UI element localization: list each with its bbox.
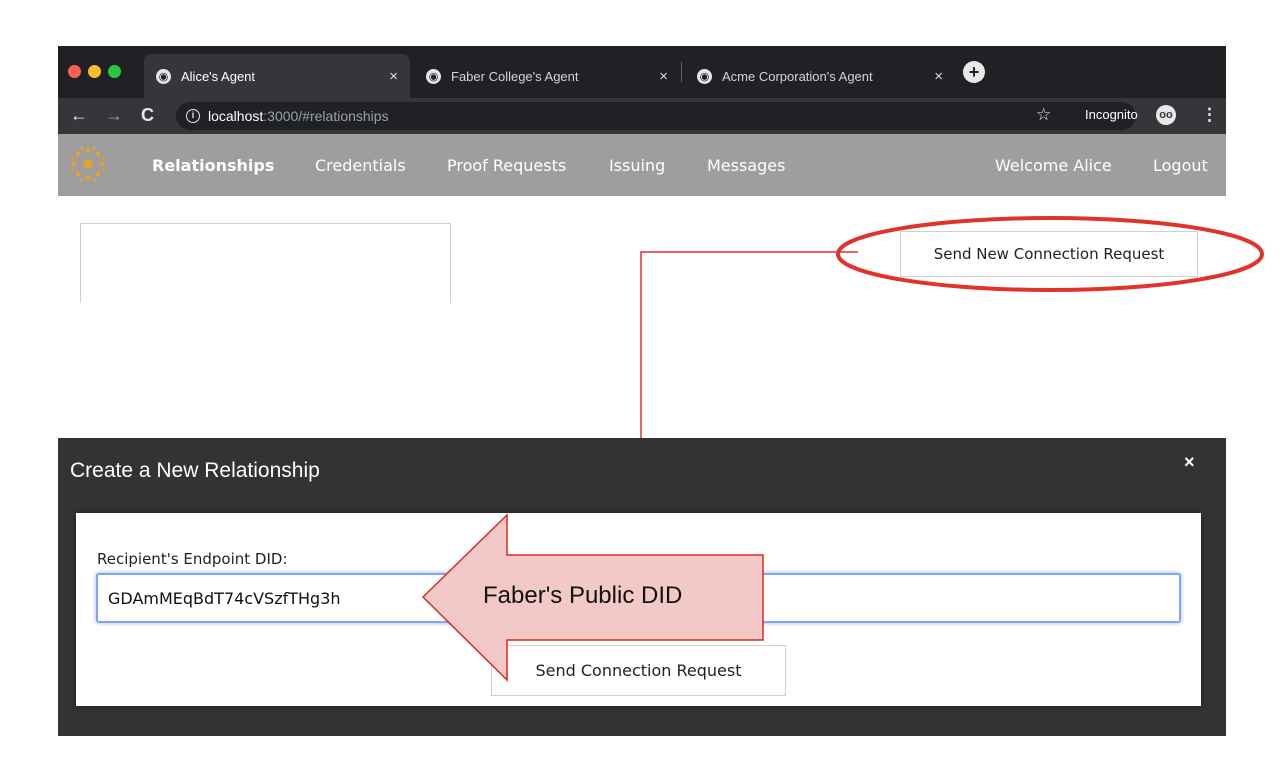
logout-link[interactable]: Logout xyxy=(1153,156,1208,175)
tab-title: Alice's Agent xyxy=(181,68,256,84)
nav-messages[interactable]: Messages xyxy=(707,156,785,175)
sun-logo-icon[interactable] xyxy=(68,144,108,184)
tab-faber-college-agent[interactable]: ◉ Faber College's Agent × xyxy=(414,54,680,98)
incognito-icon: oo xyxy=(1156,105,1176,125)
back-arrow-icon[interactable]: ← xyxy=(70,105,88,126)
tab-title: Faber College's Agent xyxy=(451,68,579,84)
tab-acme-corporation-agent[interactable]: ◉ Acme Corporation's Agent × xyxy=(685,54,955,98)
close-window-button[interactable] xyxy=(68,65,81,78)
tab-title: Acme Corporation's Agent xyxy=(722,68,873,84)
globe-icon: ◉ xyxy=(426,68,441,84)
address-bar[interactable]: i localhost:3000/#relationships xyxy=(176,102,1136,130)
globe-icon: ◉ xyxy=(697,68,712,84)
url-host: localhost xyxy=(208,108,264,124)
window-controls xyxy=(68,65,121,78)
info-icon[interactable]: i xyxy=(186,109,200,123)
tab-bar: ◉ Alice's Agent × ◉ Faber College's Agen… xyxy=(58,46,1226,98)
nav-relationships[interactable]: Relationships xyxy=(152,156,274,175)
close-icon[interactable]: × xyxy=(389,68,398,85)
close-icon[interactable]: × xyxy=(659,68,668,85)
callout-text: Faber's Public DID xyxy=(483,582,683,609)
url-path: :3000/#relationships xyxy=(263,108,389,124)
relationships-list-panel xyxy=(80,223,451,303)
send-connection-request-button[interactable]: Send Connection Request xyxy=(491,645,786,696)
zoom-window-button[interactable] xyxy=(108,65,121,78)
recipient-did-label: Recipient's Endpoint DID: xyxy=(97,550,288,568)
nav-issuing[interactable]: Issuing xyxy=(609,156,665,175)
close-icon[interactable]: × xyxy=(1184,452,1195,473)
app-navbar: Relationships Credentials Proof Requests… xyxy=(58,134,1226,196)
forward-arrow-icon[interactable]: → xyxy=(105,105,123,126)
minimize-window-button[interactable] xyxy=(88,65,101,78)
welcome-text: Welcome Alice xyxy=(995,156,1112,175)
incognito-label: Incognito xyxy=(1085,107,1138,122)
globe-icon: ◉ xyxy=(156,68,171,84)
modal-title: Create a New Relationship xyxy=(70,459,320,482)
browser-toolbar: ← → C i localhost:3000/#relationships ☆ … xyxy=(58,98,1226,134)
send-new-connection-request-button[interactable]: Send New Connection Request xyxy=(900,231,1198,277)
nav-proof-requests[interactable]: Proof Requests xyxy=(447,156,566,175)
nav-credentials[interactable]: Credentials xyxy=(315,156,406,175)
kebab-menu-icon[interactable]: ⋮ xyxy=(1201,105,1218,125)
tab-separator xyxy=(681,62,682,82)
reload-icon[interactable]: C xyxy=(141,105,154,126)
tab-alices-agent[interactable]: ◉ Alice's Agent × xyxy=(144,54,410,98)
browser-window: ◉ Alice's Agent × ◉ Faber College's Agen… xyxy=(58,46,1226,736)
star-icon[interactable]: ☆ xyxy=(1036,105,1051,125)
new-tab-button[interactable]: + xyxy=(963,61,985,83)
close-icon[interactable]: × xyxy=(934,68,943,85)
